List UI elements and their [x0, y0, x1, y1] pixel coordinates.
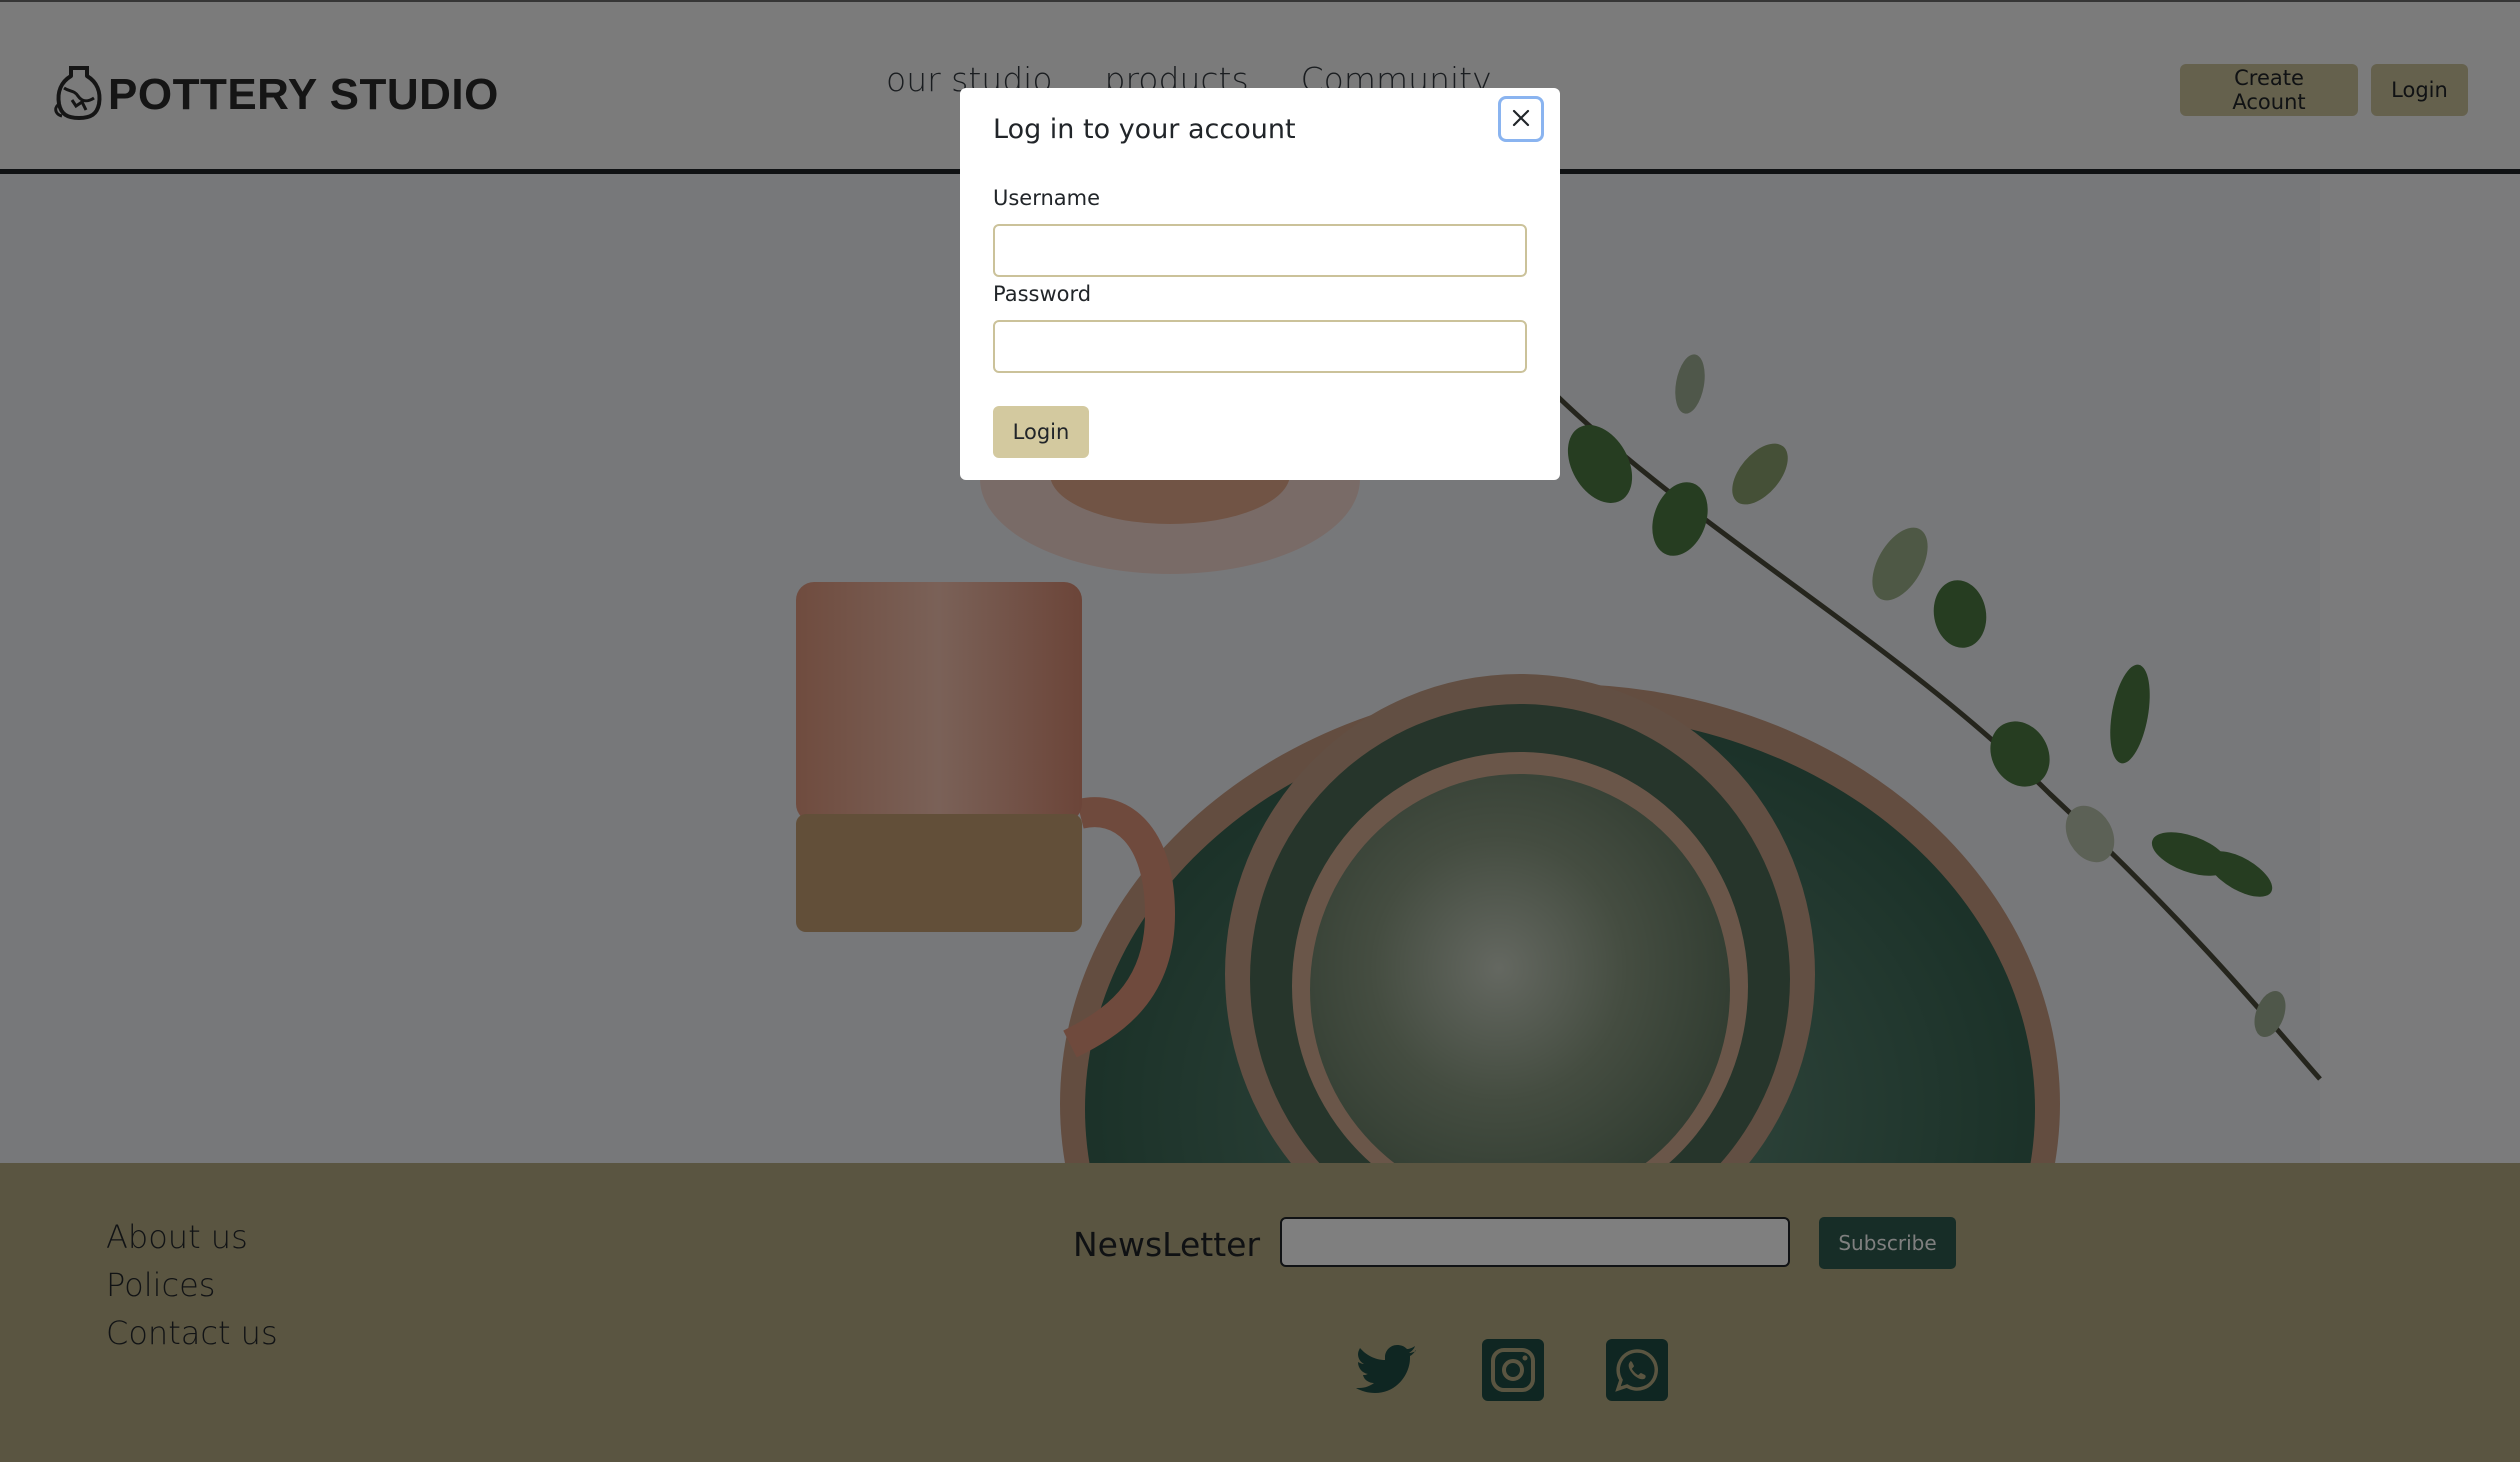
username-input[interactable] [993, 224, 1527, 277]
username-label: Username [993, 186, 1101, 210]
modal-title: Log in to your account [993, 114, 1296, 145]
modal-login-button[interactable]: Login [993, 406, 1089, 458]
password-input[interactable] [993, 320, 1527, 373]
password-label: Password [993, 282, 1092, 306]
close-icon [1511, 108, 1531, 131]
modal-close-button[interactable] [1498, 96, 1544, 142]
login-modal: Log in to your account Username Password… [960, 88, 1560, 480]
